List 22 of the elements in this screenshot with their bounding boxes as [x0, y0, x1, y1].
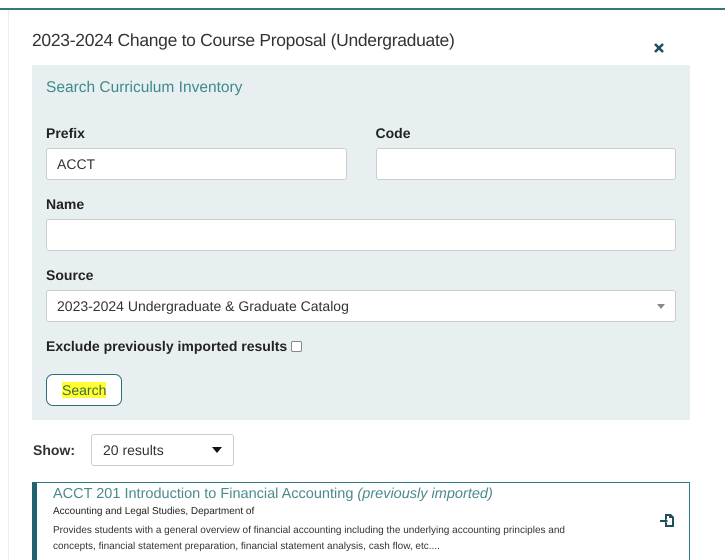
field-label: Source	[46, 267, 94, 283]
panel-heading: Search Curriculum Inventory	[46, 79, 242, 97]
checkbox-label: Exclude previously imported results	[46, 338, 288, 354]
name-field[interactable]	[46, 219, 676, 251]
result-department: Accounting and Legal Studies, Department of	[53, 506, 256, 517]
code-field[interactable]	[376, 148, 676, 180]
caret-icon[interactable]	[212, 447, 222, 453]
results-dropdown[interactable]: 20 results	[91, 434, 234, 466]
field-label: Code	[376, 125, 412, 141]
import-icon[interactable]	[660, 513, 675, 528]
close-icon[interactable]	[653, 42, 665, 54]
result-title[interactable]: ACCT 201 Introduction to Financial Accounting (previously imported)	[53, 486, 608, 502]
dialog-title: 2023-2024 Change to Course Proposal (Undergraduate)	[32, 30, 454, 51]
result-card[interactable]	[32, 482, 690, 560]
result-description: Provides students with a general overview of financial accounting including the underlying accounting principles and concepts, financial statement preparation, financial statement analysis, cash flow, etc....	[53, 524, 566, 554]
prefix-field[interactable]: ACCT	[46, 148, 346, 180]
source-dropdown[interactable]: 2023-2024 Undergraduate & Graduate Catalog	[46, 290, 676, 322]
field-label: Prefix	[46, 125, 86, 141]
show-label: Show:	[33, 442, 75, 458]
search-button[interactable]: Search	[46, 374, 122, 406]
field-label: Name	[46, 196, 86, 212]
exclude-checkbox[interactable]	[291, 340, 302, 352]
